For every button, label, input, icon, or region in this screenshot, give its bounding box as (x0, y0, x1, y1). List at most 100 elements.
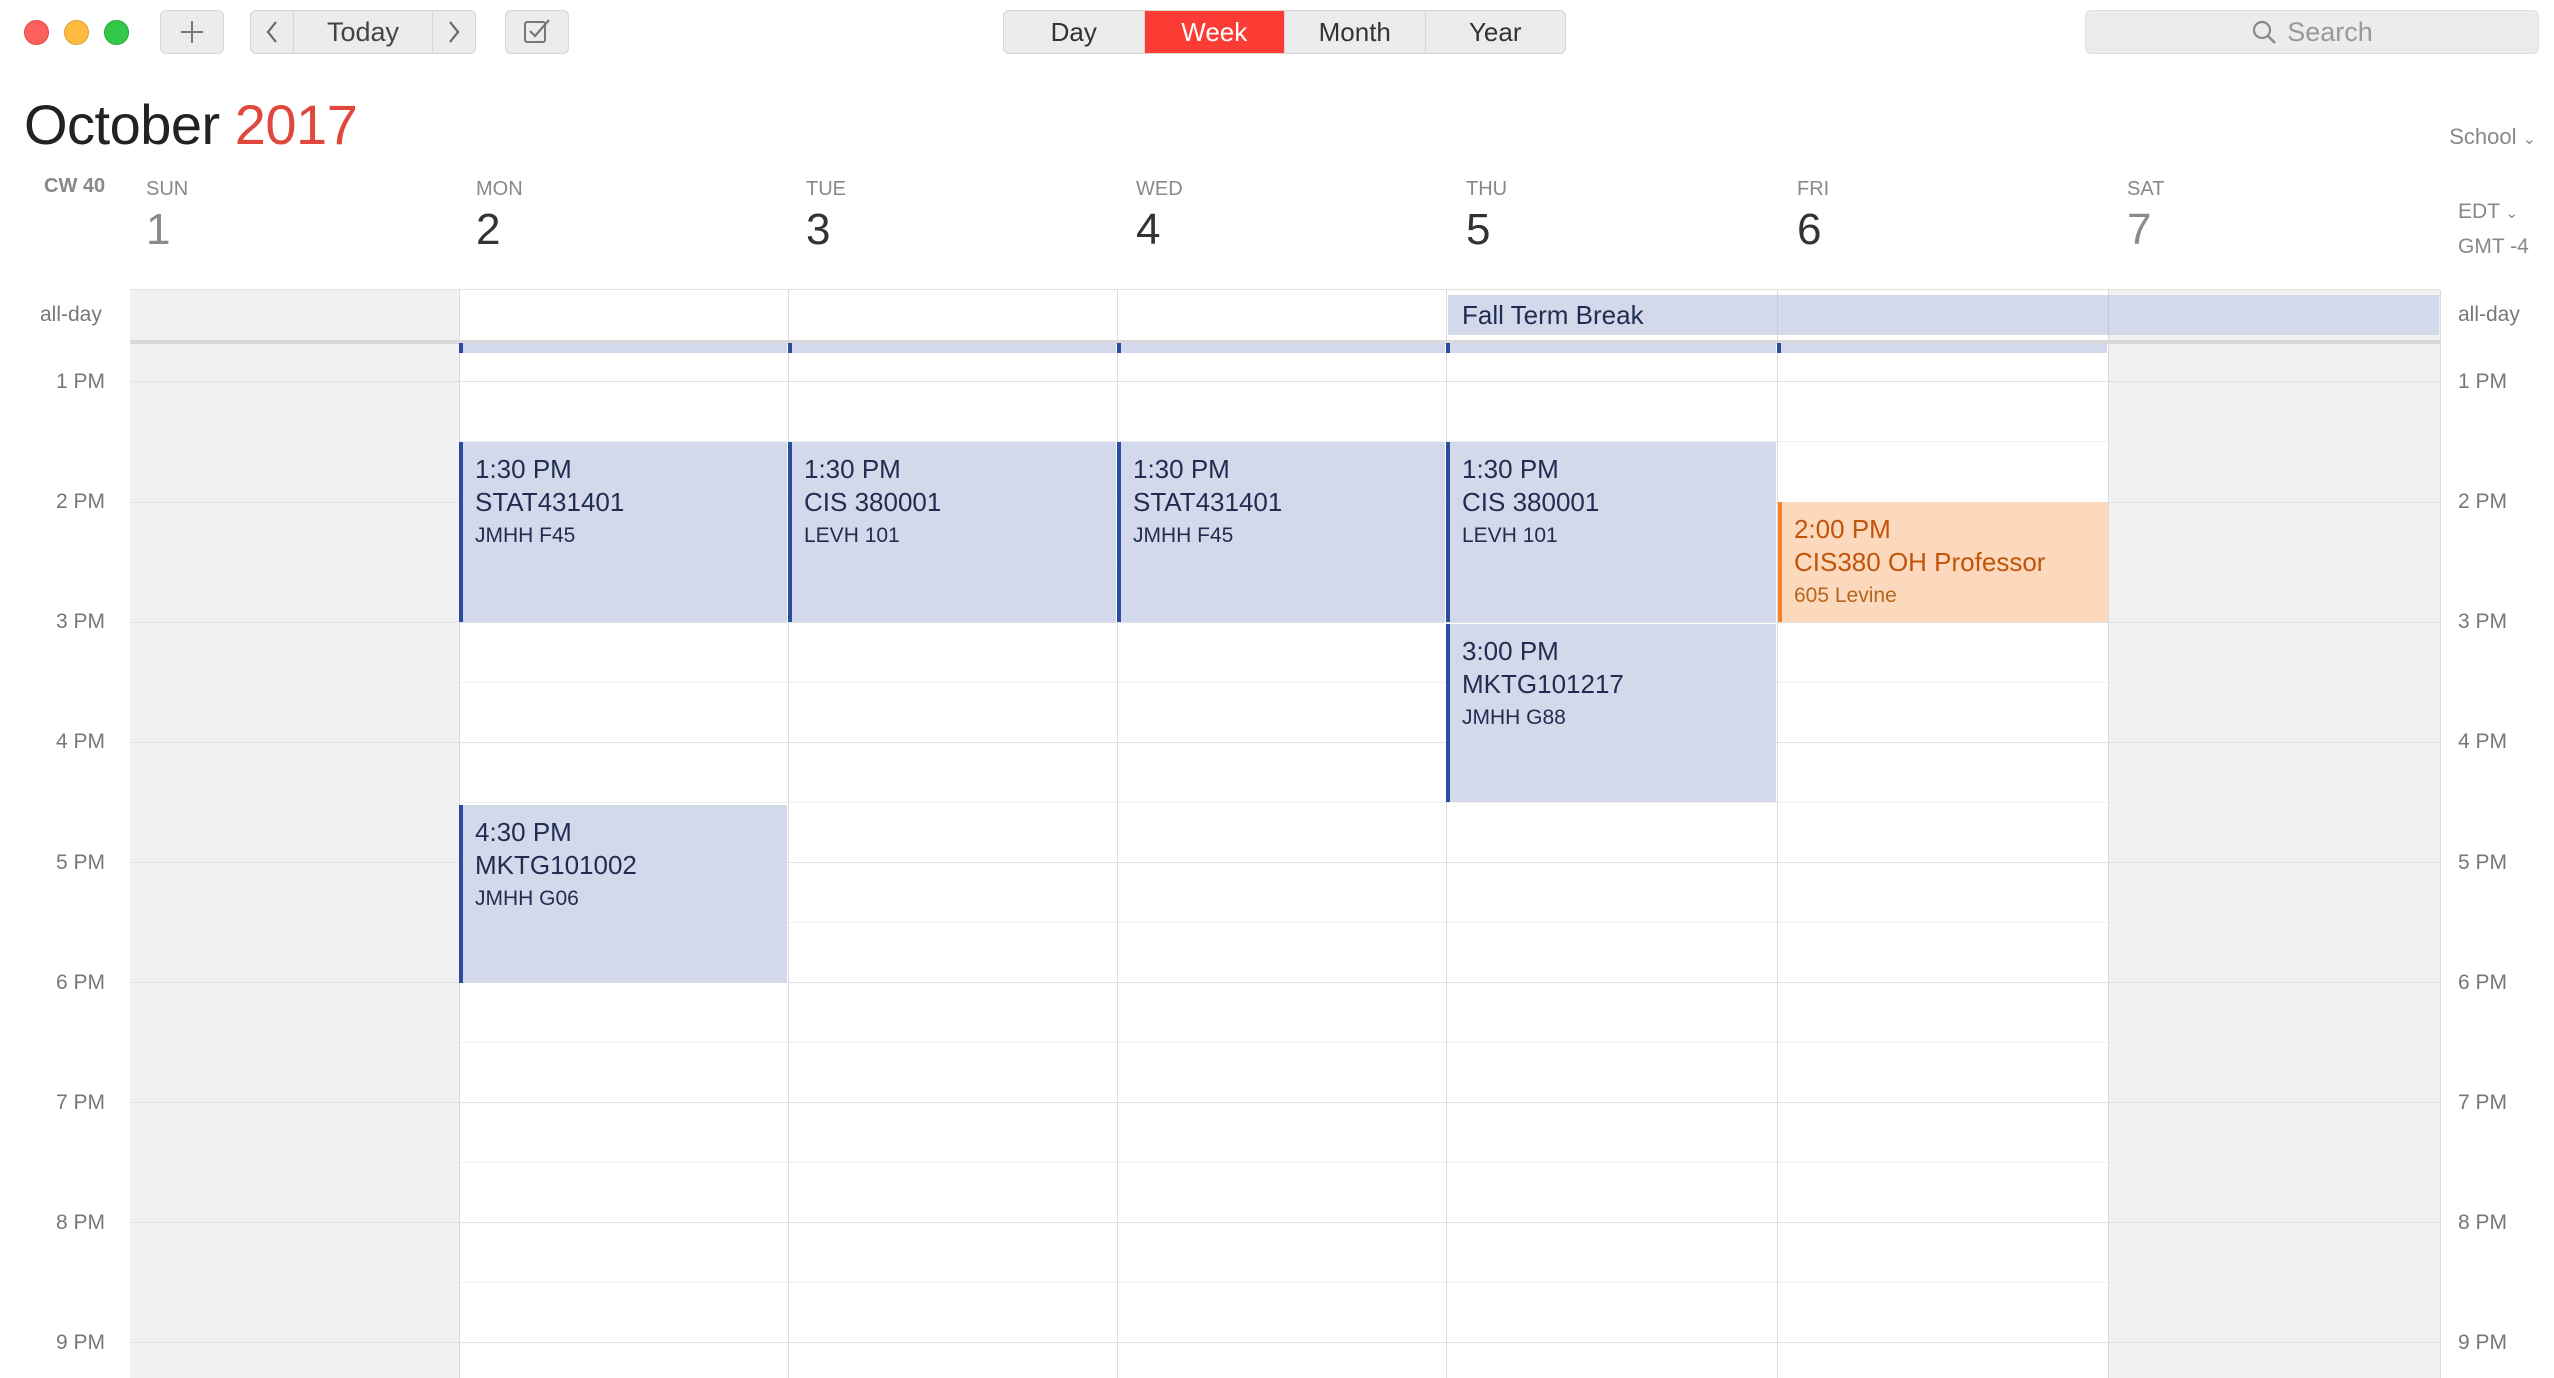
continued-event-indicator[interactable] (1446, 343, 1776, 353)
hour-line (130, 622, 2440, 623)
day-number: 4 (1136, 205, 1161, 254)
hour-label: 9 PM (2458, 1331, 2508, 1354)
allday-event-day-divider (1777, 295, 1778, 335)
hour-label: 9 PM (56, 1331, 106, 1354)
day-of-week: FRI (1797, 178, 1830, 200)
timezone-offset: GMT -4 (2458, 235, 2529, 258)
previous-week-button[interactable] (251, 11, 293, 53)
hour-label: 5 PM (56, 851, 106, 874)
view-month-button[interactable]: Month (1285, 11, 1426, 53)
calendar-selector-label: School (2449, 124, 2517, 149)
event-wed-stat431401[interactable]: 1:30 PM STAT431401 JMHH F45 (1117, 442, 1445, 622)
day-of-week: THU (1466, 178, 1508, 200)
chevron-right-icon (449, 21, 460, 43)
event-tue-cis380001[interactable]: 1:30 PM CIS 380001 LEVH 101 (788, 442, 1116, 622)
allday-label-right: all-day (2458, 303, 2520, 326)
half-hour-line (130, 1042, 2440, 1043)
day-of-week: WED (1136, 178, 1183, 200)
event-title: STAT431401 (1133, 487, 1283, 517)
event-mon-stat431401[interactable]: 1:30 PM STAT431401 JMHH F45 (459, 442, 787, 622)
event-location: JMHH F45 (1133, 524, 1234, 547)
day-number: 3 (806, 205, 831, 254)
half-hour-line (130, 682, 2440, 683)
search-field[interactable]: Search (2085, 10, 2539, 54)
view-switcher: Day Week Month Year (1003, 10, 1566, 54)
hour-label: 1 PM (56, 370, 106, 393)
view-year-button[interactable]: Year (1426, 11, 1566, 53)
hour-label: 3 PM (56, 610, 106, 633)
event-location: JMHH G88 (1462, 706, 1566, 729)
day-divider (2108, 290, 2109, 1378)
day-header-wed[interactable]: WED 4 (1136, 178, 1183, 255)
event-time: 1:30 PM (475, 454, 572, 484)
day-header-tue[interactable]: TUE 3 (806, 178, 846, 255)
event-thu-mktg101217[interactable]: 3:00 PM MKTG101217 JMHH G88 (1446, 624, 1776, 802)
calendar-selector[interactable]: School ⌄ (2449, 124, 2536, 150)
add-event-button[interactable] (160, 10, 224, 54)
continued-event-indicator[interactable] (788, 343, 1116, 353)
view-week-button[interactable]: Week (1144, 11, 1285, 53)
checkbox-icon (524, 19, 550, 43)
day-header-mon[interactable]: MON 2 (476, 178, 523, 255)
hour-label: 2 PM (56, 490, 106, 513)
calendar-week-label: CW 40 (44, 175, 106, 197)
chevron-left-icon (266, 21, 277, 43)
weekend-column-sun (130, 290, 459, 1378)
hour-line (130, 1222, 2440, 1223)
event-title: MKTG101217 (1462, 669, 1624, 699)
event-time: 1:30 PM (1133, 454, 1230, 484)
today-button[interactable]: Today (293, 11, 433, 53)
day-of-week: SAT (2127, 178, 2165, 200)
day-number: 7 (2127, 205, 2152, 254)
allday-event-day-divider (2108, 295, 2109, 335)
event-title: CIS380 OH Professor (1794, 547, 2046, 577)
day-of-week: MON (476, 178, 523, 200)
event-fri-cis380-oh[interactable]: 2:00 PM CIS380 OH Professor 605 Levine (1778, 502, 2108, 622)
event-time: 4:30 PM (475, 817, 572, 847)
grid-right-border (2440, 290, 2441, 1378)
month-name: October (24, 93, 220, 156)
continued-event-indicator[interactable] (1777, 343, 2107, 353)
close-window-button[interactable] (24, 20, 49, 45)
minimize-window-button[interactable] (64, 20, 89, 45)
day-header-thu[interactable]: THU 5 (1466, 178, 1507, 255)
grid-top-border (130, 289, 2440, 290)
event-title: MKTG101002 (475, 850, 637, 880)
zoom-window-button[interactable] (104, 20, 129, 45)
half-hour-line (130, 802, 2440, 803)
day-divider (1777, 290, 1778, 1378)
allday-event[interactable]: Fall Term Break (1448, 295, 2439, 335)
day-header-fri[interactable]: FRI 6 (1797, 178, 1829, 255)
event-time: 1:30 PM (1462, 454, 1559, 484)
allday-label-left: all-day (40, 303, 102, 326)
half-hour-line (130, 1282, 2440, 1283)
event-location: LEVH 101 (804, 524, 900, 547)
hour-label: 8 PM (2458, 1211, 2508, 1234)
timezone-name: EDT (2458, 200, 2500, 223)
event-title: STAT431401 (475, 487, 625, 517)
hour-label: 2 PM (2458, 490, 2508, 513)
hour-label: 6 PM (56, 971, 106, 994)
day-header-sat[interactable]: SAT 7 (2127, 178, 2164, 255)
hour-label: 1 PM (2458, 370, 2508, 393)
hour-label: 7 PM (56, 1091, 106, 1114)
next-week-button[interactable] (433, 11, 475, 53)
day-header-sun[interactable]: SUN 1 (146, 178, 188, 255)
event-location: JMHH G06 (475, 887, 579, 910)
hour-label: 5 PM (2458, 851, 2508, 874)
hour-label: 3 PM (2458, 610, 2508, 633)
hour-label: 7 PM (2458, 1091, 2508, 1114)
day-number: 2 (476, 205, 501, 254)
event-mon-mktg101002[interactable]: 4:30 PM MKTG101002 JMHH G06 (459, 805, 787, 983)
year-number: 2017 (234, 93, 358, 156)
continued-event-indicator[interactable] (1117, 343, 1445, 353)
continued-event-indicator[interactable] (459, 343, 787, 353)
day-number: 5 (1466, 205, 1491, 254)
event-thu-cis380001[interactable]: 1:30 PM CIS 380001 LEVH 101 (1446, 442, 1776, 622)
timezone-selector[interactable]: EDT ⌄ GMT -4 (2458, 195, 2529, 263)
event-location: JMHH F45 (475, 524, 576, 547)
event-time: 3:00 PM (1462, 636, 1559, 666)
view-day-button[interactable]: Day (1004, 11, 1145, 53)
hour-line (130, 1342, 2440, 1343)
tasks-button[interactable] (505, 10, 569, 54)
